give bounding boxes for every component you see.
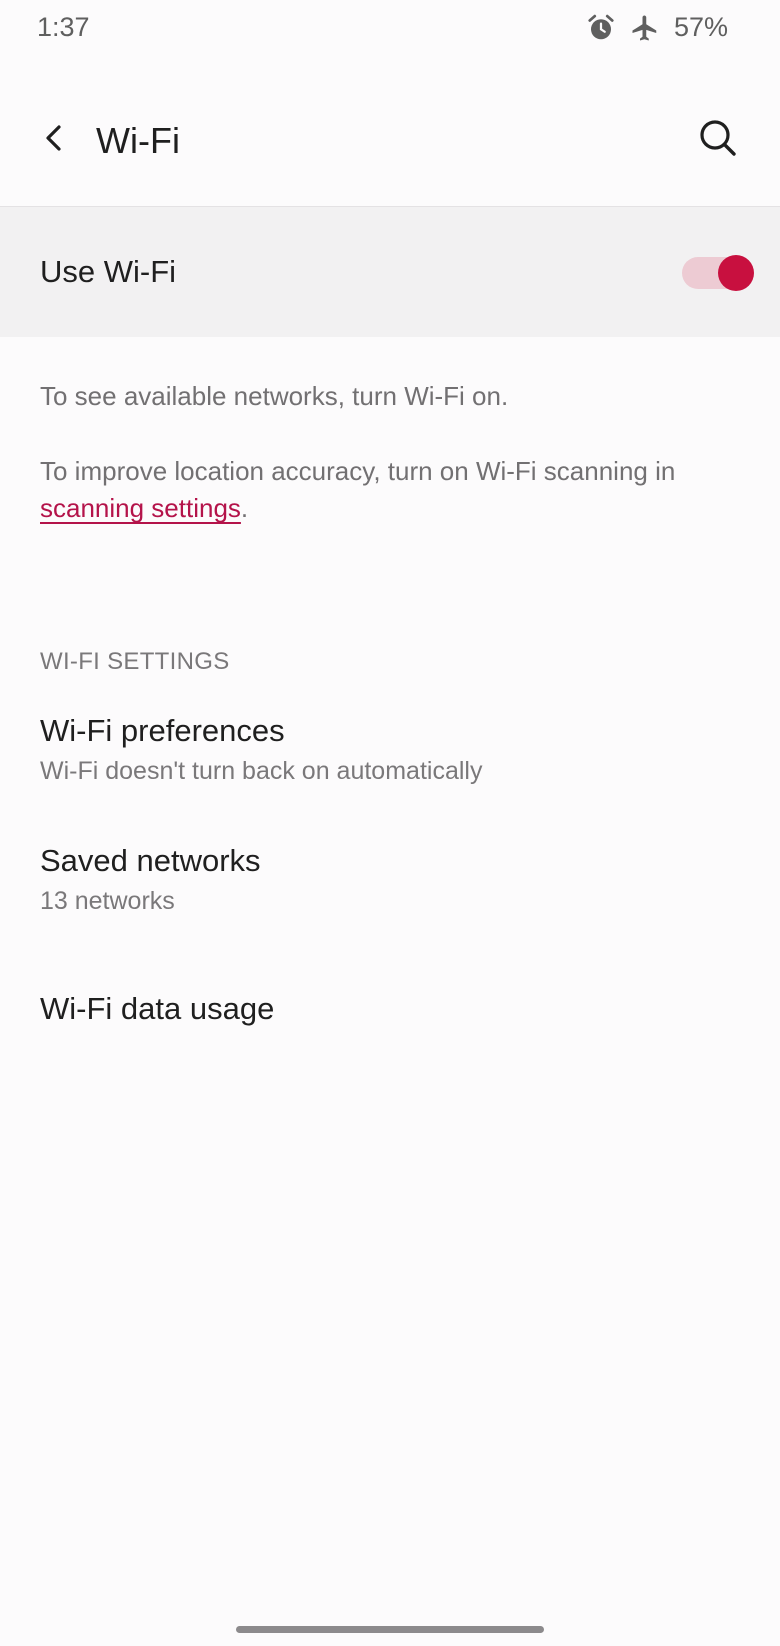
use-wifi-switch-bar[interactable]: Use Wi-Fi xyxy=(0,207,780,337)
wifi-data-usage-title: Wi-Fi data usage xyxy=(40,991,275,1026)
wifi-preferences-item[interactable]: Wi-Fi preferences Wi-Fi doesn't turn bac… xyxy=(0,713,780,813)
search-icon[interactable] xyxy=(696,116,740,160)
status-time: 1:37 xyxy=(37,12,90,42)
scanning-settings-link[interactable]: scanning settings xyxy=(40,493,241,523)
gesture-navigation-bar[interactable] xyxy=(236,1626,544,1633)
saved-networks-summary: 13 networks xyxy=(40,887,175,915)
battery-percentage: 57% xyxy=(673,12,728,42)
status-bar: 1:37 57% xyxy=(0,0,780,58)
wifi-toggle[interactable] xyxy=(682,255,754,291)
toggle-thumb xyxy=(718,255,754,291)
scanning-message-end: . xyxy=(240,493,249,523)
scanning-message: To improve location accuracy, turn on Wi… xyxy=(40,453,740,527)
airplane-mode-icon xyxy=(630,13,660,43)
status-icons: 57% xyxy=(586,12,728,43)
wifi-preferences-summary: Wi-Fi doesn't turn back on automatically xyxy=(40,757,483,785)
wifi-data-usage-item[interactable]: Wi-Fi data usage xyxy=(0,991,780,1051)
saved-networks-title: Saved networks xyxy=(40,843,261,878)
app-bar: Wi-Fi xyxy=(0,88,780,198)
use-wifi-label: Use Wi-Fi xyxy=(40,254,177,289)
wifi-preferences-title: Wi-Fi preferences xyxy=(40,713,285,748)
wifi-off-message: To see available networks, turn Wi-Fi on… xyxy=(40,381,509,411)
alarm-icon xyxy=(586,13,616,43)
back-arrow-icon[interactable] xyxy=(34,118,74,158)
saved-networks-item[interactable]: Saved networks 13 networks xyxy=(0,843,780,943)
scanning-message-text: To improve location accuracy, turn on Wi… xyxy=(40,456,676,486)
wifi-settings-header: WI-FI SETTINGS xyxy=(40,648,230,675)
page-title: Wi-Fi xyxy=(96,120,180,161)
